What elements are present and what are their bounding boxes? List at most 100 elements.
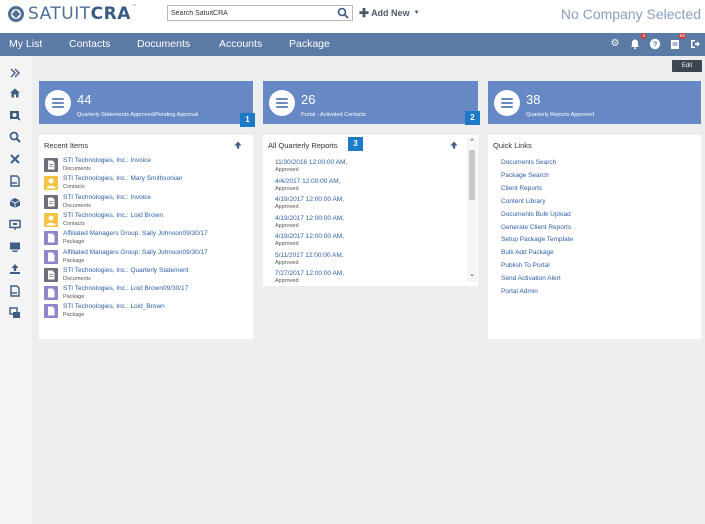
quick-link[interactable]: Send Activation Alert (501, 275, 561, 282)
report-icon[interactable] (8, 284, 22, 298)
report-date-link[interactable]: 5/11/2017 12:00:00 AM, (275, 252, 344, 259)
company-selector[interactable]: No Company Selected (561, 6, 701, 22)
quick-link[interactable]: Content Library (501, 198, 545, 205)
report-row[interactable]: 4/19/2017 12:00:00 AM, Approved (275, 196, 344, 210)
list-icon (269, 90, 295, 116)
panel-title: All Quarterly Reports (268, 141, 338, 150)
search-icon[interactable] (337, 7, 349, 19)
arrow-up-icon[interactable] (450, 141, 458, 149)
quick-links-panel: Quick Links Documents Search Package Sear… (488, 135, 701, 339)
stat-tile-portal-contacts[interactable]: 26 Portal - Activated Contacts (263, 81, 478, 124)
nav-accounts[interactable]: Accounts (219, 33, 262, 56)
item-type: Contacts (63, 220, 85, 227)
nav-package[interactable]: Package (289, 33, 330, 56)
notifications-bell-icon[interactable]: 4 (629, 33, 646, 50)
report-status: Approved (275, 185, 299, 192)
nav-contacts[interactable]: Contacts (69, 33, 110, 56)
callout-badge-3: 3 (348, 137, 363, 151)
list-icon (494, 90, 520, 116)
list-icon (45, 90, 71, 116)
quick-link[interactable]: Documents Bulk Upload (501, 211, 571, 218)
plus-icon: ✚ (359, 6, 370, 20)
report-date-link[interactable]: 4/19/2017 12:00:00 AM, (275, 196, 344, 203)
quick-link[interactable]: Client Reports (501, 185, 542, 192)
report-status: Approved (275, 204, 299, 210)
quick-link[interactable]: Package Search (501, 172, 549, 179)
item-name-link[interactable]: STI Technologies, Inc.: Quarterly Statem… (63, 267, 189, 274)
help-icon[interactable]: ? (649, 38, 661, 50)
logo-mark-icon (8, 6, 24, 22)
quick-link[interactable]: Generate Client Reports (501, 224, 571, 231)
package-icon (44, 231, 58, 246)
item-type: Package (63, 312, 85, 319)
global-search (167, 5, 353, 21)
item-type: Documents (63, 275, 91, 282)
item-name-link[interactable]: Affiliated Managers Group: Sally Johnson… (63, 249, 208, 256)
item-name-link[interactable]: STI Technologies, Inc.: Loid Brown (63, 212, 163, 219)
document-icon (44, 158, 58, 172)
package-icon (44, 286, 58, 301)
report-icon[interactable] (8, 174, 22, 188)
package-icon (44, 249, 58, 264)
home-icon[interactable] (8, 86, 22, 100)
report-date-link[interactable]: 11/30/2016 12:00:00 AM, (275, 159, 347, 166)
item-name-link[interactable]: STI Technologies, Inc.: Loid Brown09/30/… (63, 285, 188, 292)
report-date-link[interactable]: 7/27/2017 12:00:00 AM, (275, 270, 344, 277)
top-header: SATUITCRA™ ✚ Add New ▼ No Company Select… (0, 0, 705, 33)
report-row[interactable]: 5/11/2017 12:00:00 AM, Approved (275, 252, 344, 266)
report-date-link[interactable]: 4/19/2017 12:00:00 AM, (275, 215, 344, 222)
cube-icon[interactable] (8, 196, 22, 210)
item-name-link[interactable]: Affiliated Managers Group: Sally Johnson… (63, 230, 208, 237)
svg-text:?: ? (653, 40, 658, 49)
item-name-link[interactable]: STI Technologies, Inc.: Invoice (63, 157, 151, 164)
stat-tile-quarterly-reports[interactable]: 38 Quarterly Reports Approved (488, 81, 701, 124)
report-row[interactable]: 4/19/2017 12:00:00 AM, Approved (275, 233, 344, 247)
report-status: Approved (275, 278, 299, 284)
report-date-link[interactable]: 4/4/2017 12:00:00 AM, (275, 178, 340, 185)
expand-chevrons-icon[interactable] (8, 66, 22, 80)
satuitcra-logo[interactable]: SATUITCRA™ (8, 4, 137, 24)
scroll-thumb[interactable] (469, 150, 475, 200)
report-date-link[interactable]: 4/19/2017 12:00:00 AM, (275, 233, 344, 240)
advanced-search-icon[interactable] (8, 108, 22, 122)
item-type: Documents (63, 202, 91, 209)
stat-number: 26 (301, 92, 316, 107)
arrow-up-icon[interactable] (234, 141, 242, 149)
scroll-down-icon[interactable]: ⌄ (468, 271, 476, 279)
scroll-up-icon[interactable]: ⌃ (468, 139, 476, 147)
edit-dashboard-button[interactable]: Edit (672, 60, 702, 72)
nav-utilities: ⚙ 4 ? 62 (609, 33, 701, 50)
report-row[interactable]: 7/27/2017 12:00:00 AM, Approved (275, 270, 344, 284)
item-name-link[interactable]: STI Technologies, Inc.: Mary Smithsonian (63, 175, 182, 182)
monitor-icon[interactable] (8, 240, 22, 254)
nav-documents[interactable]: Documents (137, 33, 190, 56)
report-row[interactable]: 11/30/2016 12:00:00 AM, Approved (275, 159, 347, 173)
tools-icon[interactable] (8, 152, 22, 166)
callout-badge-2: 2 (465, 111, 480, 125)
panel-title: Recent Items (44, 141, 89, 150)
presentation-icon[interactable] (8, 218, 22, 232)
item-name-link[interactable]: STI Technologies, Inc.: Invoice (63, 194, 151, 201)
stat-number: 44 (77, 92, 92, 107)
report-row[interactable]: 4/19/2017 12:00:00 AM, Approved (275, 215, 344, 229)
quick-link[interactable]: Publish To Portal (501, 262, 550, 269)
quick-link[interactable]: Documents Search (501, 159, 556, 166)
add-new-button[interactable]: ✚ Add New ▼ (359, 6, 420, 20)
quick-link[interactable]: Setup Package Template (501, 236, 573, 243)
main-nav: My List Contacts Documents Accounts Pack… (0, 33, 705, 56)
search-icon[interactable] (8, 130, 22, 144)
report-row[interactable]: 4/4/2017 12:00:00 AM, Approved (275, 178, 340, 192)
stat-tile-quarterly-statements[interactable]: 44 Quarterly Statements Approved/Pending… (39, 81, 253, 124)
quick-link[interactable]: Bulk Add Package (501, 249, 554, 256)
reports-scrollbar[interactable]: ⌃ ⌄ (467, 138, 477, 282)
search-input[interactable] (168, 6, 328, 20)
quick-link[interactable]: Portal Admin (501, 288, 538, 295)
gear-icon[interactable]: ⚙ (609, 38, 621, 50)
logout-icon[interactable] (689, 38, 701, 50)
nav-my-list[interactable]: My List (9, 33, 42, 56)
tasks-icon[interactable]: 62 (669, 33, 686, 50)
item-name-link[interactable]: STI Technologies, Inc.: Loid_Brown (63, 303, 165, 310)
contact-icon (44, 212, 58, 227)
publish-icon[interactable] (8, 306, 22, 320)
upload-icon[interactable] (8, 262, 22, 276)
